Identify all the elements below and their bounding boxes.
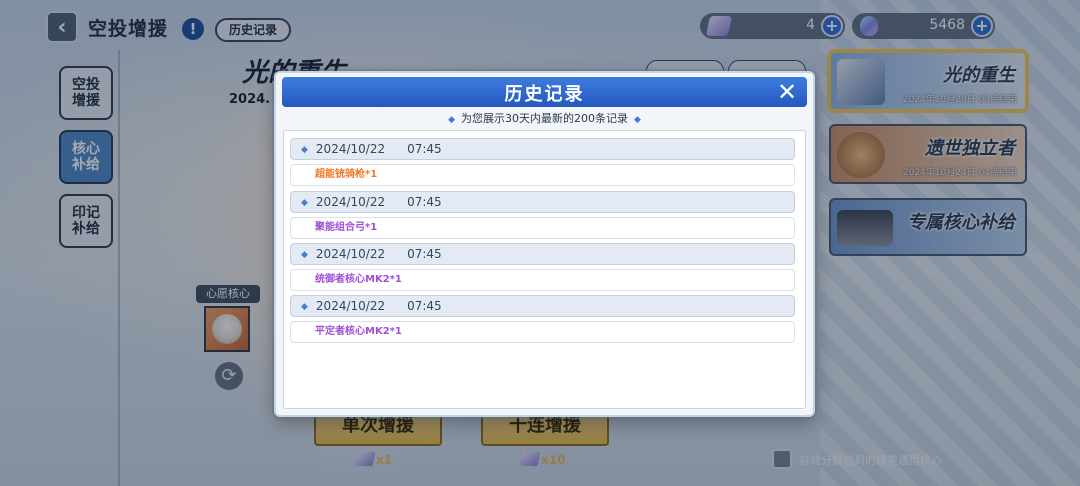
subtitle-text: 为您展示30天内最新的200条记录: [461, 112, 628, 125]
record-date-row: ◆ 2024/10/22 07:45: [290, 138, 795, 160]
diamond-icon: ◆: [301, 198, 308, 208]
diamond-icon: ◆: [301, 250, 308, 260]
diamond-icon: ◆: [301, 302, 308, 312]
record-item: 统御者核心MK2*1: [290, 269, 795, 291]
close-icon[interactable]: ✕: [775, 80, 799, 105]
dialog-subtitle: ◆ 为您展示30天内最新的200条记录 ◆: [276, 110, 813, 126]
record-item: 超能铳骑枪*1: [290, 164, 795, 186]
record-date-row: ◆ 2024/10/22 07:45: [290, 295, 795, 317]
record-date: 2024/10/22: [315, 142, 386, 156]
record-date-row: ◆ 2024/10/22 07:45: [290, 243, 795, 265]
record-date: 2024/10/22: [315, 299, 386, 313]
diamond-icon: ◆: [448, 115, 455, 125]
record-time: 07:45: [407, 299, 442, 313]
dialog-header: 历史记录 ✕: [282, 77, 807, 107]
record-item: 平定者核心MK2*1: [290, 321, 795, 343]
record-time: 07:45: [407, 247, 442, 261]
history-dialog: 历史记录 ✕ ◆ 为您展示30天内最新的200条记录 ◆ ◆ 2024/10/22 07…: [274, 71, 815, 417]
record-date: 2024/10/22: [315, 247, 386, 261]
record-item: 聚能组合弓*1: [290, 217, 795, 239]
dialog-title: 历史记录: [504, 84, 585, 105]
record-time: 07:45: [407, 195, 442, 209]
record-time: 07:45: [407, 142, 442, 156]
diamond-icon: ◆: [634, 115, 641, 125]
record-date: 2024/10/22: [315, 195, 386, 209]
record-date-row: ◆ 2024/10/22 07:45: [290, 191, 795, 213]
diamond-icon: ◆: [301, 145, 308, 155]
record-list[interactable]: ◆ 2024/10/22 07:45 超能铳骑枪*1 ◆ 2024/10/22 07:4…: [283, 130, 806, 409]
